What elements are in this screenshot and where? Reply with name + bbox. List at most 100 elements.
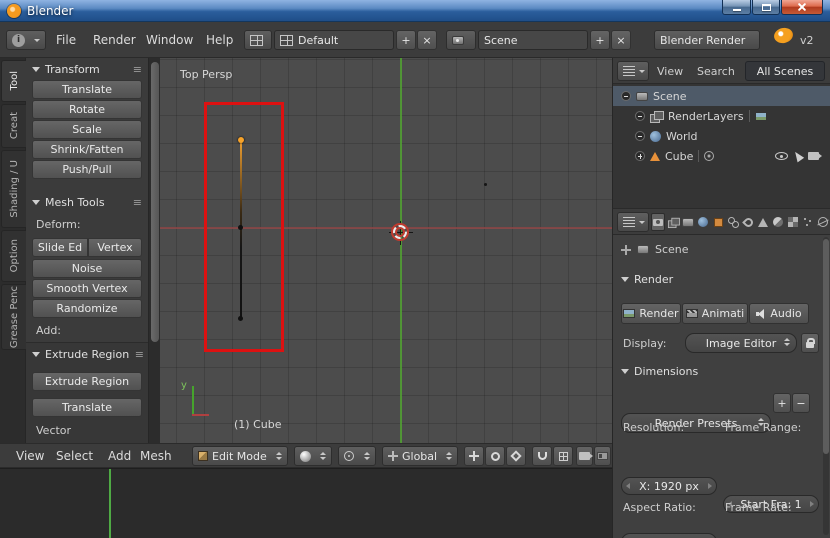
expand-toggle-icon[interactable] bbox=[621, 91, 631, 101]
noise-button[interactable]: Noise bbox=[32, 259, 142, 278]
tab-data-icon[interactable] bbox=[756, 213, 770, 231]
outliner-row-world[interactable]: World bbox=[613, 126, 830, 146]
tab-world-icon[interactable] bbox=[696, 213, 710, 231]
renderability-camera-icon[interactable] bbox=[808, 152, 822, 160]
properties-editor-type-button[interactable] bbox=[617, 212, 649, 232]
rotate-button[interactable]: Rotate bbox=[32, 100, 142, 119]
mode-dropdown[interactable]: Edit Mode bbox=[192, 446, 288, 466]
toolshelf-scrollbar[interactable] bbox=[148, 58, 160, 443]
tab-physics-icon[interactable] bbox=[816, 213, 830, 231]
shrink-fatten-button[interactable]: Shrink/Fatten bbox=[32, 140, 142, 159]
snap-element-button[interactable] bbox=[553, 446, 573, 466]
delete-scene-button[interactable]: × bbox=[611, 30, 631, 50]
expand-toggle-icon[interactable] bbox=[635, 131, 645, 141]
tab-material-icon[interactable] bbox=[771, 213, 785, 231]
menu-render[interactable]: Render bbox=[93, 33, 136, 47]
resolution-y-field[interactable]: Y: 1080 px bbox=[621, 533, 717, 538]
menu-view[interactable]: View bbox=[16, 449, 44, 463]
resolution-x-field[interactable]: X: 1920 px bbox=[621, 477, 717, 495]
render-engine-dropdown[interactable]: Blender Render bbox=[654, 30, 760, 50]
tab-modifiers-icon[interactable] bbox=[741, 213, 755, 231]
scrollbar-thumb[interactable] bbox=[151, 62, 159, 342]
add-layout-button[interactable]: + bbox=[396, 30, 416, 50]
render-opengl-anim-button[interactable] bbox=[594, 446, 611, 466]
menu-select[interactable]: Select bbox=[56, 449, 93, 463]
visibility-eye-icon[interactable] bbox=[775, 152, 788, 160]
outliner-view-menu[interactable]: View bbox=[657, 65, 683, 78]
outliner-filter-dropdown[interactable]: All Scenes bbox=[745, 61, 825, 81]
display-dropdown[interactable]: Image Editor bbox=[685, 333, 797, 353]
scene-browse-button[interactable] bbox=[446, 30, 476, 50]
outliner-search-menu[interactable]: Search bbox=[697, 65, 735, 78]
maximize-button[interactable] bbox=[752, 0, 780, 15]
render-audio-button[interactable]: Audio bbox=[749, 303, 809, 324]
manipulator-scale-button[interactable] bbox=[506, 446, 526, 466]
tab-shading-uv[interactable]: Shading / U bbox=[1, 150, 26, 228]
tab-tools[interactable]: Tool bbox=[1, 60, 26, 102]
screen-layout-field[interactable]: Default bbox=[274, 30, 394, 50]
menu-window[interactable]: Window bbox=[146, 33, 193, 47]
timeline-editor[interactable] bbox=[0, 468, 612, 538]
tab-create[interactable]: Creat bbox=[1, 104, 26, 148]
slide-edge-button[interactable]: Slide Ed bbox=[32, 238, 88, 257]
timeline-playhead[interactable] bbox=[109, 469, 111, 538]
tab-scene-icon[interactable] bbox=[681, 213, 695, 231]
tab-render-icon[interactable] bbox=[651, 213, 665, 231]
remove-preset-button[interactable]: − bbox=[792, 393, 810, 413]
scene-name-field[interactable]: Scene bbox=[478, 30, 588, 50]
outliner-row-renderlayers[interactable]: RenderLayers bbox=[613, 106, 830, 126]
menu-add[interactable]: Add bbox=[108, 449, 131, 463]
tab-texture-icon[interactable] bbox=[786, 213, 800, 231]
panel-header-dimensions[interactable]: Dimensions bbox=[621, 365, 821, 378]
shading-dropdown[interactable] bbox=[294, 446, 332, 466]
panel-header-render[interactable]: Render bbox=[621, 273, 821, 286]
add-scene-button[interactable]: + bbox=[590, 30, 610, 50]
editor-type-button[interactable]: i bbox=[6, 30, 46, 50]
add-preset-button[interactable]: + bbox=[773, 393, 791, 413]
delete-layout-button[interactable]: × bbox=[417, 30, 437, 50]
expand-toggle-icon[interactable] bbox=[635, 151, 645, 161]
tab-grease-pencil[interactable]: Grease Penc bbox=[1, 284, 26, 350]
push-pull-button[interactable]: Push/Pull bbox=[32, 160, 142, 179]
snap-toggle-button[interactable] bbox=[532, 446, 552, 466]
render-opengl-button[interactable] bbox=[576, 446, 593, 466]
outliner-row-cube[interactable]: Cube bbox=[613, 146, 830, 166]
screen-layout-icon-button[interactable] bbox=[244, 30, 272, 50]
titlebar[interactable]: Blender bbox=[0, 0, 830, 22]
scrollbar-thumb[interactable] bbox=[823, 239, 829, 454]
panel-header-mesh-tools[interactable]: Mesh Tools ≡ bbox=[32, 196, 142, 209]
menu-file[interactable]: File bbox=[56, 33, 76, 47]
expand-toggle-icon[interactable] bbox=[635, 111, 645, 121]
tab-options[interactable]: Option bbox=[1, 230, 26, 282]
extrude-region-button[interactable]: Extrude Region bbox=[32, 372, 142, 391]
manipulator-translate-button[interactable] bbox=[464, 446, 484, 466]
orientation-axis-icon bbox=[388, 451, 398, 461]
viewport-3d-canvas[interactable]: Top Persp y (1) Cube bbox=[160, 58, 612, 443]
panel-header-extrude[interactable]: Extrude Region and ≡ bbox=[32, 348, 144, 361]
render-still-button[interactable]: Render bbox=[621, 303, 681, 324]
tab-render-layers-icon[interactable] bbox=[666, 213, 680, 231]
translate-button[interactable]: Translate bbox=[32, 80, 142, 99]
extrude-translate-button[interactable]: Translate bbox=[32, 398, 142, 417]
tab-constraints-icon[interactable] bbox=[726, 213, 740, 231]
manipulator-rotate-button[interactable] bbox=[485, 446, 505, 466]
smooth-vertex-button[interactable]: Smooth Vertex bbox=[32, 279, 142, 298]
scale-button[interactable]: Scale bbox=[32, 120, 142, 139]
close-button[interactable] bbox=[781, 0, 823, 15]
selectability-cursor-icon[interactable] bbox=[791, 149, 805, 163]
orientation-dropdown[interactable]: Global bbox=[382, 446, 458, 466]
vertex-slide-button[interactable]: Vertex bbox=[88, 238, 142, 257]
menu-mesh[interactable]: Mesh bbox=[140, 449, 172, 463]
outliner-row-scene[interactable]: Scene bbox=[613, 86, 830, 106]
properties-scrollbar[interactable] bbox=[823, 237, 829, 535]
tab-object-icon[interactable] bbox=[711, 213, 725, 231]
minimize-button[interactable] bbox=[722, 0, 751, 15]
lock-interface-button[interactable] bbox=[801, 333, 819, 353]
tab-particles-icon[interactable] bbox=[801, 213, 815, 231]
menu-help[interactable]: Help bbox=[206, 33, 233, 47]
render-animation-button[interactable]: Animati bbox=[682, 303, 748, 324]
randomize-button[interactable]: Randomize bbox=[32, 299, 142, 318]
pivot-dropdown[interactable] bbox=[338, 446, 376, 466]
panel-header-transform[interactable]: Transform ≡ bbox=[32, 63, 142, 76]
outliner-editor-type-button[interactable] bbox=[617, 61, 649, 81]
